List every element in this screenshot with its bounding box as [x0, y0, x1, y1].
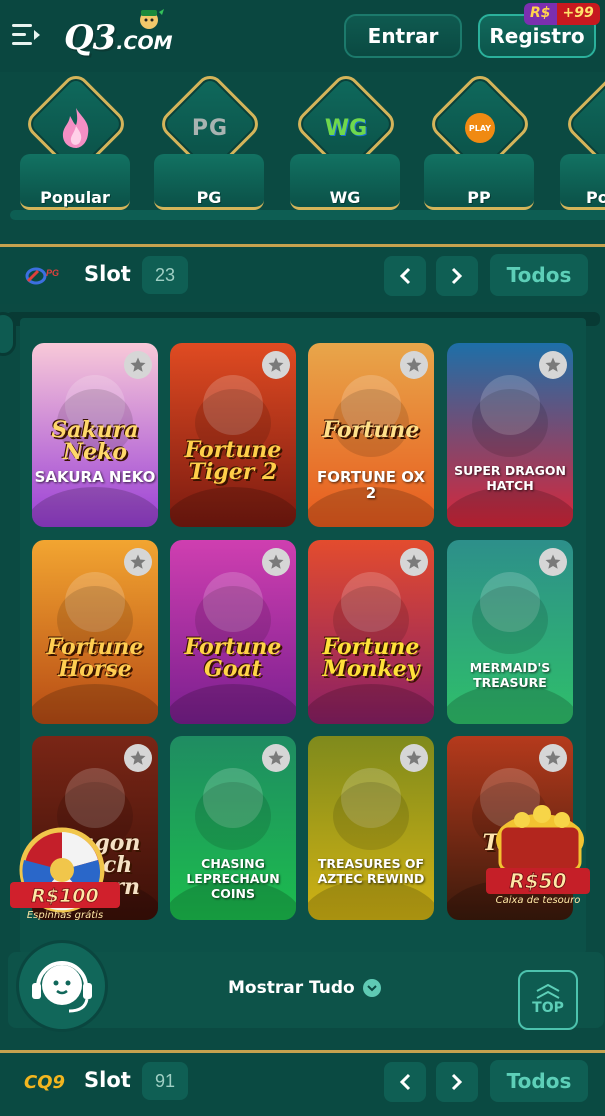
- treasure-chest-promo[interactable]: R$50 Caixa de tesouro: [482, 800, 594, 906]
- game-card[interactable]: MERMAID'S TREASURE: [447, 540, 573, 724]
- game-card[interactable]: Fortune Tiger 2: [170, 343, 296, 527]
- chest-caption: Caixa de tesouro: [496, 895, 581, 906]
- bonus-amount: +99: [556, 3, 600, 25]
- game-count-badge: 23: [142, 256, 188, 294]
- category-popular[interactable]: Popular: [16, 72, 134, 212]
- favorite-star-icon[interactable]: [400, 351, 428, 379]
- chevron-right-icon: [451, 1073, 463, 1091]
- pg-provider-logo: PG: [24, 262, 70, 290]
- login-button[interactable]: Entrar: [344, 14, 462, 58]
- register-bonus-badge: R$ +99: [524, 3, 600, 25]
- pp-play-icon: PLAY: [454, 102, 506, 154]
- favorite-star-icon[interactable]: [400, 548, 428, 576]
- section-title: Slot: [84, 262, 131, 286]
- prev-button[interactable]: [384, 256, 426, 296]
- cq9-provider-logo: CQ9: [24, 1071, 66, 1093]
- favorite-star-icon[interactable]: [262, 548, 290, 576]
- game-card[interactable]: SUPER DRAGON HATCH: [447, 343, 573, 527]
- category-label: PP: [467, 188, 491, 207]
- next-button[interactable]: [436, 256, 478, 296]
- game-title: FORTUNE OX 2: [316, 468, 426, 502]
- free-spins-wheel-promo[interactable]: R$100 Espinhas grátis: [10, 826, 120, 926]
- favorite-star-icon[interactable]: [262, 351, 290, 379]
- section-title: Slot: [84, 1068, 131, 1092]
- game-card[interactable]: CHASING LEPRECHAUN COINS: [170, 736, 296, 920]
- favorite-star-icon[interactable]: [124, 744, 152, 772]
- game-card[interactable]: Fortune Monkey: [308, 540, 434, 724]
- pg-logo-icon: PG: [191, 115, 229, 141]
- menu-icon[interactable]: [12, 24, 40, 48]
- scroll-handle[interactable]: [0, 312, 16, 356]
- headset-support-icon: [32, 961, 92, 1013]
- chevron-left-icon: [399, 267, 411, 285]
- view-all-button[interactable]: Todos: [490, 254, 588, 296]
- category-label: Po: [586, 188, 605, 207]
- po-logo-icon: PO: [590, 102, 605, 154]
- show-all-button[interactable]: Mostrar Tudo: [228, 978, 381, 998]
- chevron-right-icon: [451, 267, 463, 285]
- flame-icon: [50, 102, 102, 154]
- category-po[interactable]: PO Po: [556, 72, 605, 212]
- show-all-label: Mostrar Tudo: [228, 978, 355, 998]
- site-logo[interactable]: Q3 .COM: [64, 9, 173, 58]
- game-art-title: Fortune: [322, 417, 420, 443]
- game-card[interactable]: Fortune FORTUNE OX 2: [308, 343, 434, 527]
- game-title: CHASING LEPRECHAUN COINS: [186, 856, 280, 901]
- game-title: TREASURES OF AZTEC REWIND: [317, 856, 425, 886]
- favorite-star-icon[interactable]: [124, 548, 152, 576]
- treasure-chest-icon: R$50 Caixa de tesouro: [486, 805, 590, 906]
- favorite-star-icon[interactable]: [124, 351, 152, 379]
- game-count-badge: 91: [142, 1062, 188, 1100]
- game-art-title: Sakura Neko: [51, 417, 139, 465]
- view-all-button[interactable]: Todos: [490, 1060, 588, 1102]
- favorite-star-icon[interactable]: [539, 351, 567, 379]
- category-label: Popular: [40, 188, 110, 207]
- top-label: TOP: [532, 1000, 564, 1016]
- section-divider: [0, 1050, 605, 1053]
- chevron-left-icon: [399, 1073, 411, 1091]
- wheel-amount: R$100: [31, 885, 99, 907]
- game-art-title: Fortune Tiger 2: [184, 437, 282, 485]
- game-card[interactable]: Sakura Neko SAKURA NEKO: [32, 343, 158, 527]
- category-wg[interactable]: WG WG: [286, 72, 404, 212]
- game-card[interactable]: TREASURES OF AZTEC REWIND: [308, 736, 434, 920]
- scroll-to-top-button[interactable]: TOP: [518, 970, 578, 1030]
- section-divider: [0, 244, 605, 247]
- chest-amount: R$50: [509, 869, 566, 893]
- category-pp[interactable]: PLAY PP: [420, 72, 538, 212]
- wheel-caption: Espinhas grátis: [27, 909, 103, 921]
- top-header: Q3 .COM Entrar Registro R$ +99: [0, 0, 605, 72]
- pg-slot-section-header: PG Slot 23 Todos: [0, 248, 605, 304]
- next-button[interactable]: [436, 1062, 478, 1102]
- favorite-star-icon[interactable]: [400, 744, 428, 772]
- double-chevron-up-icon: [536, 984, 560, 999]
- prev-button[interactable]: [384, 1062, 426, 1102]
- favorite-star-icon[interactable]: [539, 548, 567, 576]
- prize-wheel-icon: R$100 Espinhas grátis: [10, 827, 120, 921]
- game-art-title: Fortune Horse: [46, 634, 144, 682]
- logo-mascot-icon: [140, 9, 164, 29]
- game-art-title: Fortune Goat: [184, 634, 282, 682]
- bonus-currency: R$: [524, 3, 557, 25]
- cq9-slot-section-header: CQ9 Slot 91 Todos: [0, 1054, 605, 1110]
- wg-logo-icon: WG: [324, 115, 368, 141]
- game-title: MERMAID'S TREASURE: [469, 660, 551, 690]
- game-title: SAKURA NEKO: [34, 468, 156, 486]
- favorite-star-icon[interactable]: [539, 744, 567, 772]
- category-pg[interactable]: PG PG: [150, 72, 268, 212]
- category-carousel: Popular PG PG WG WG PLAY PP PO Po: [0, 72, 605, 222]
- chevron-down-icon: [362, 979, 381, 997]
- logo-main: Q3: [64, 18, 116, 58]
- logo-suffix: .COM: [116, 32, 173, 54]
- game-card[interactable]: Fortune Horse: [32, 540, 158, 724]
- category-label: WG: [329, 188, 361, 207]
- favorite-star-icon[interactable]: [262, 744, 290, 772]
- game-art-title: Fortune Monkey: [322, 634, 420, 682]
- game-title: SUPER DRAGON HATCH: [454, 463, 566, 493]
- game-card[interactable]: Fortune Goat: [170, 540, 296, 724]
- customer-support-button[interactable]: [16, 940, 108, 1032]
- category-label: PG: [196, 188, 222, 207]
